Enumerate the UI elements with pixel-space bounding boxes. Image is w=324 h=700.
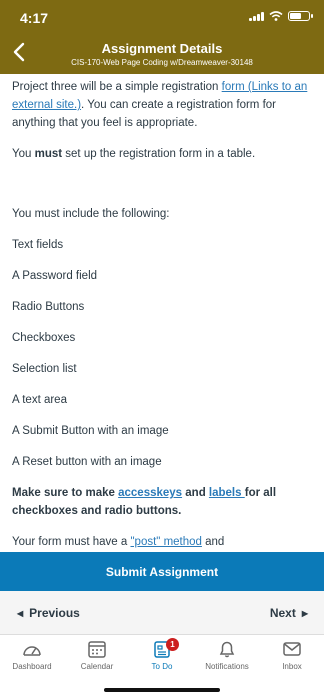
post-method-paragraph: Your form must have a "post" method and	[12, 536, 225, 548]
intro-paragraph: Project three will be a simple registrat…	[12, 81, 308, 129]
previous-button[interactable]: ◀ Previous	[17, 606, 80, 620]
battery-icon	[288, 11, 313, 21]
list-item: A Password field	[12, 270, 98, 282]
tab-calendar[interactable]: Calendar	[65, 640, 129, 671]
status-icons	[249, 11, 313, 21]
list-item: A Reset button with an image	[12, 456, 162, 468]
course-subtitle: CIS-170-Web Page Coding w/Dreamweaver-30…	[71, 58, 253, 67]
app-header: 4:17 Assignment Details CIS-170-Web Page…	[0, 0, 324, 74]
inbox-icon	[283, 642, 301, 656]
page-title: Assignment Details	[101, 41, 223, 56]
todo-badge: 1	[166, 638, 179, 651]
list-item: Checkboxes	[12, 332, 76, 344]
next-button[interactable]: Next ▶	[270, 606, 308, 620]
assignment-description: Project three will be a simple registrat…	[0, 74, 324, 552]
tab-dashboard[interactable]: Dashboard	[0, 640, 64, 671]
accesskeys-link[interactable]: accesskeys	[118, 487, 182, 499]
wifi-icon	[269, 11, 283, 21]
tab-notifications[interactable]: Notifications	[195, 640, 259, 671]
list-item: A text area	[12, 394, 67, 406]
bell-icon	[219, 641, 235, 658]
include-heading: You must include the following:	[12, 208, 170, 220]
status-time: 4:17	[20, 10, 49, 26]
post-method-link[interactable]: "post" method	[130, 536, 201, 548]
list-item: Selection list	[12, 363, 77, 375]
list-item: Text fields	[12, 239, 64, 251]
table-requirement-paragraph: You must set up the registration form in…	[12, 148, 256, 160]
list-item: Radio Buttons	[12, 301, 85, 313]
list-item: A Submit Button with an image	[12, 425, 169, 437]
pager-bar: ◀ Previous Next ▶	[0, 591, 324, 635]
submit-assignment-button[interactable]: Submit Assignment	[0, 552, 324, 591]
home-indicator	[104, 688, 220, 692]
next-label: Next	[269, 606, 296, 620]
tab-todo[interactable]: 1 To Do	[130, 638, 194, 671]
calendar-icon	[88, 641, 106, 658]
cellular-signal-icon	[249, 11, 264, 21]
previous-arrow-icon: ◀	[17, 608, 24, 618]
labels-link[interactable]: labels	[209, 487, 245, 499]
dashboard-icon	[23, 646, 41, 656]
accessibility-note: Make sure to make accesskeys and labels …	[12, 487, 277, 517]
next-arrow-icon: ▶	[301, 608, 308, 618]
tab-inbox[interactable]: Inbox	[260, 640, 324, 671]
previous-label: Previous	[29, 606, 80, 620]
